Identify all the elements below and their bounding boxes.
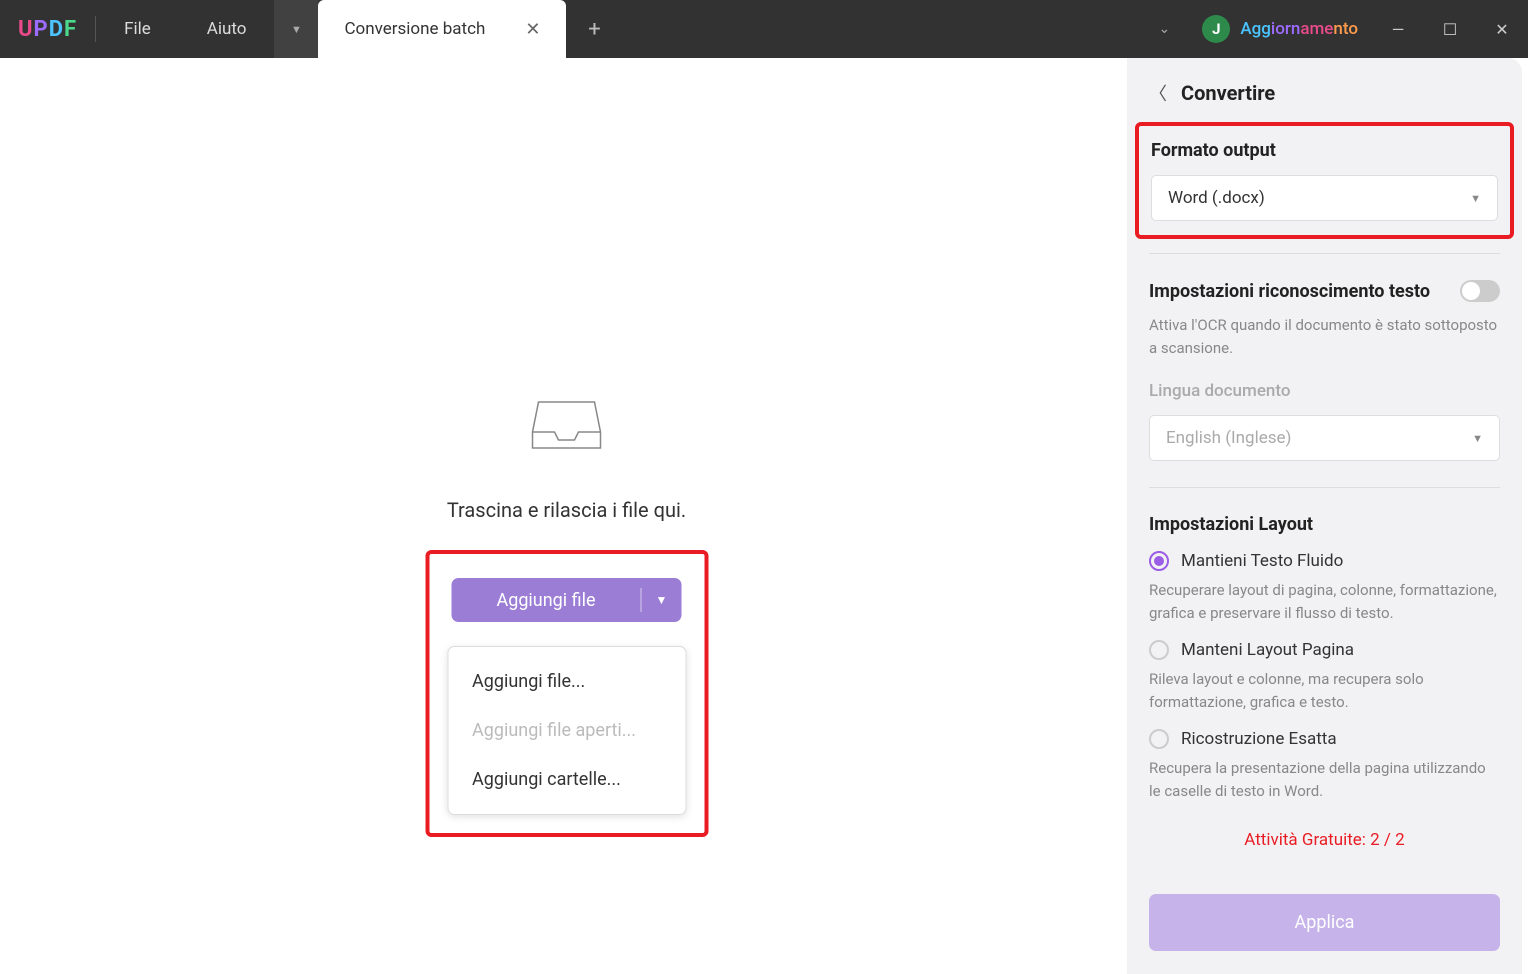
tab-active[interactable]: Conversione batch ✕ [318,0,566,58]
tab-overflow-chevron[interactable]: ⌄ [1140,0,1188,58]
radio-exact[interactable]: Ricostruzione Esatta [1149,729,1500,749]
doc-language-value: English (Inglese) [1166,428,1291,448]
maximize-button[interactable]: ☐ [1424,0,1476,58]
dropdown-add-open-files: Aggiungi file aperti... [448,706,685,755]
drop-hint-text: Trascina e rilascia i file qui. [425,498,708,522]
caret-down-icon: ▼ [1470,192,1481,205]
ocr-hint: Attiva l'OCR quando il documento è stato… [1149,314,1500,359]
sidebar-title: Convertire [1181,81,1275,105]
apply-button[interactable]: Applica [1149,894,1500,951]
output-format-label: Formato output [1151,140,1498,161]
radio-fluid-text[interactable]: Mantieni Testo Fluido [1149,551,1500,571]
tab-list-dropdown[interactable]: ▼ [274,0,318,58]
radio-icon [1149,640,1169,660]
sidebar-convert: 〈 Convertire Formato output Word (.docx)… [1127,58,1522,974]
radio-page-layout[interactable]: Manteni Layout Pagina [1149,640,1500,660]
doc-language-select[interactable]: English (Inglese) ▼ [1149,415,1500,461]
dropdown-add-folders[interactable]: Aggiungi cartelle... [448,755,685,804]
annotation-highlight-2: Formato output Word (.docx) ▼ [1135,122,1514,239]
ocr-toggle[interactable] [1460,280,1500,302]
add-file-dropdown: Aggiungi file... Aggiungi file aperti...… [447,646,686,815]
window-controls: — ☐ ✕ [1372,0,1528,58]
upgrade-label: Aggiornamento [1240,19,1358,39]
radio-icon [1149,729,1169,749]
annotation-highlight: Aggiungi file ▼ Aggiungi file... Aggiung… [425,550,708,837]
menu-help[interactable]: Aiuto [179,0,275,58]
app-logo: UPDF [0,0,95,58]
close-window-button[interactable]: ✕ [1476,0,1528,58]
radio-page-desc: Rileva layout e colonne, ma recupera sol… [1149,668,1500,713]
radio-icon [1149,551,1169,571]
back-chevron-icon[interactable]: 〈 [1149,80,1167,106]
ocr-settings-label: Impostazioni riconoscimento testo [1149,281,1430,302]
add-file-button[interactable]: Aggiungi file ▼ [452,578,682,622]
radio-fluid-desc: Recuperare layout di pagina, colonne, fo… [1149,579,1500,624]
user-badge[interactable]: J Aggiornamento [1188,0,1372,58]
minimize-button[interactable]: — [1372,0,1424,58]
radio-exact-desc: Recupera la presentazione della pagina u… [1149,757,1500,802]
free-activity-count: Attività Gratuite: 2 / 2 [1149,830,1500,850]
layout-settings-label: Impostazioni Layout [1149,514,1500,535]
doc-language-label: Lingua documento [1149,381,1500,401]
tabstrip: ▼ Conversione batch ✕ + ⌄ [274,0,1188,58]
new-tab-button[interactable]: + [566,0,622,58]
main-drop-area[interactable]: Trascina e rilascia i file qui. Aggiungi… [6,58,1127,974]
avatar: J [1202,15,1230,43]
add-file-button-label: Aggiungi file [452,590,641,611]
output-format-select[interactable]: Word (.docx) ▼ [1151,175,1498,221]
inbox-icon [531,398,603,452]
tab-label: Conversione batch [344,19,485,39]
caret-down-icon[interactable]: ▼ [642,593,682,607]
caret-down-icon: ▼ [1472,432,1483,445]
menu-file[interactable]: File [96,0,179,58]
output-format-value: Word (.docx) [1168,188,1265,208]
close-tab-icon[interactable]: ✕ [525,19,540,40]
dropdown-add-files[interactable]: Aggiungi file... [448,657,685,706]
titlebar: UPDF File Aiuto ▼ Conversione batch ✕ + … [0,0,1528,58]
